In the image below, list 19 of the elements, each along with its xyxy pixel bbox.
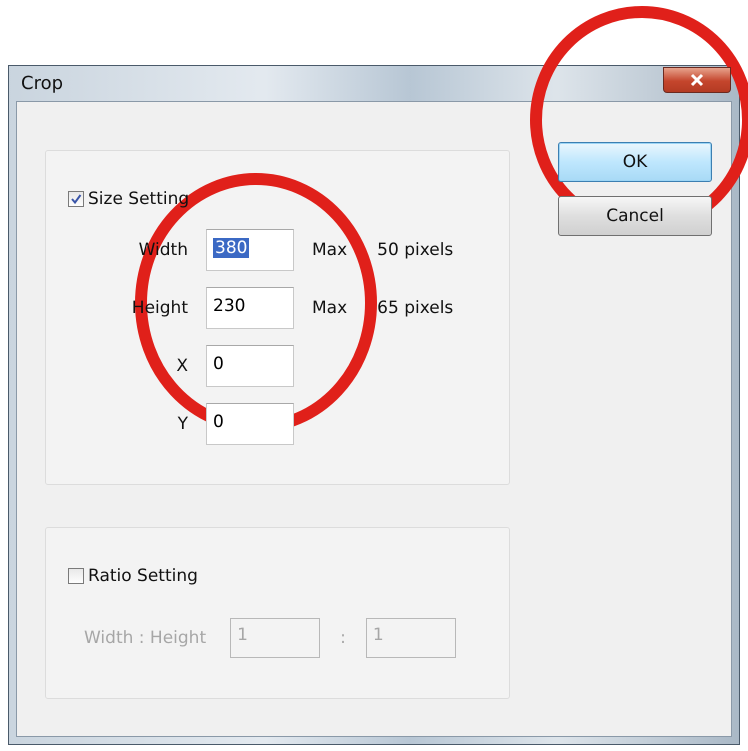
max-hint: Max [312, 298, 348, 318]
ratio-label: Width : Height [84, 628, 206, 648]
close-icon [690, 72, 704, 86]
field-label: Y [178, 414, 188, 434]
field-label: X [176, 356, 188, 376]
max-hint: 50 pixels [377, 240, 454, 260]
input-field[interactable]: 0 [206, 403, 294, 445]
checkbox-label: Ratio Setting [88, 566, 198, 586]
close-button[interactable] [663, 66, 731, 92]
input-field[interactable]: 380 [206, 229, 294, 271]
separator: : [340, 628, 346, 648]
max-hint: 65 pixels [377, 298, 454, 318]
checkbox[interactable] [68, 191, 84, 207]
dialog-button[interactable]: Cancel [558, 196, 712, 236]
input-field[interactable]: 0 [206, 345, 294, 387]
max-hint: Max [312, 240, 348, 260]
default-button[interactable]: OK [558, 142, 712, 182]
window-title: Crop [21, 73, 64, 94]
input-field[interactable]: 230 [206, 287, 294, 329]
